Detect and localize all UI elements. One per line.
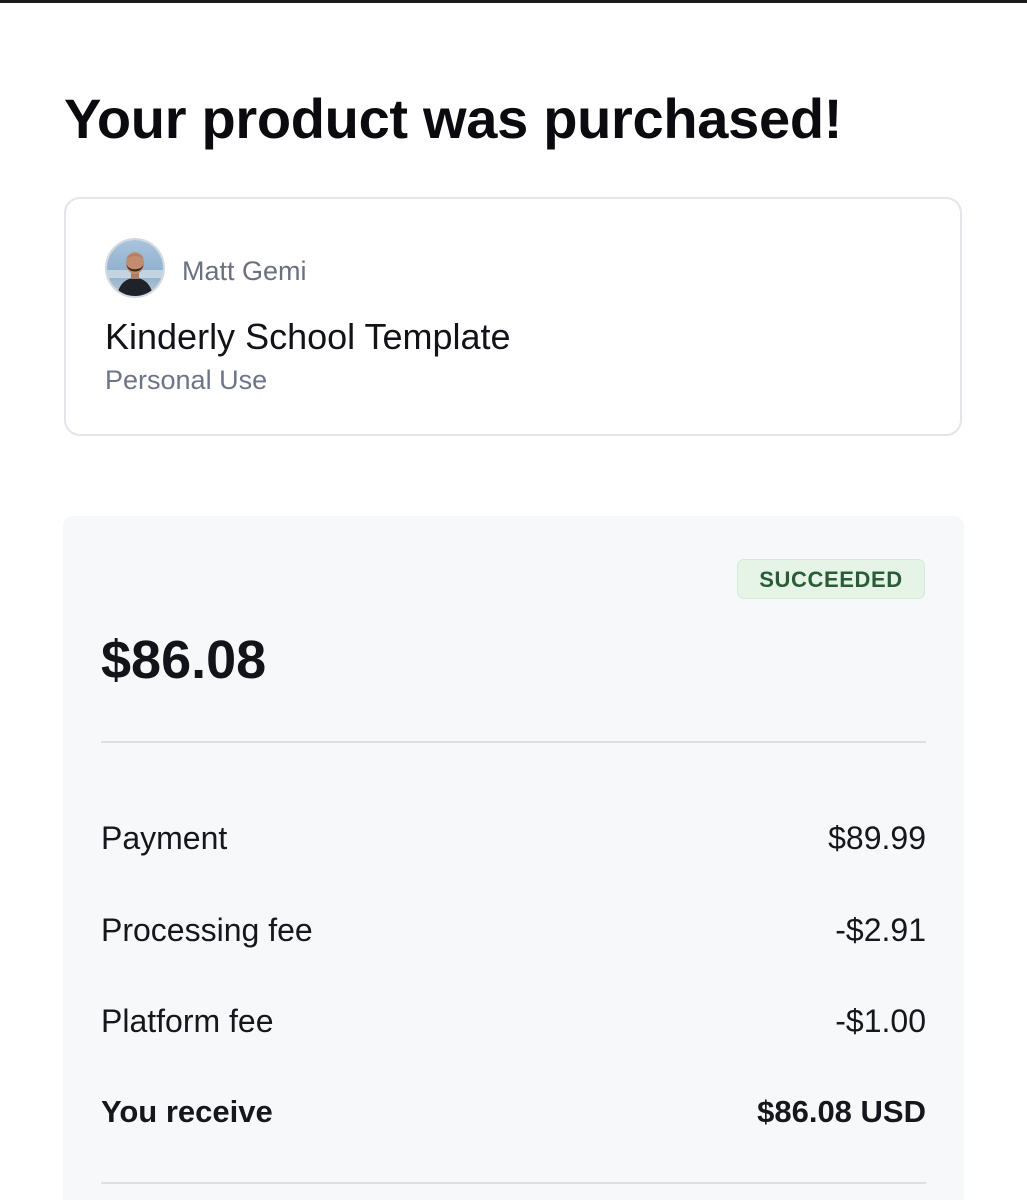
top-divider [0, 0, 1027, 3]
summary-divider-bottom [101, 1182, 926, 1184]
payment-summary-panel: SUCCEEDED $86.08 Payment $89.99 Processi… [63, 516, 964, 1200]
net-amount: $86.08 [101, 630, 267, 690]
processing-fee-row: Processing fee -$2.91 [101, 910, 926, 950]
purchase-notification: Your product was purchased! Matt Gemi Ki… [0, 0, 1027, 1200]
product-name: Kinderly School Template [105, 316, 511, 357]
summary-divider-top [101, 741, 926, 743]
total-label: You receive [101, 1094, 273, 1129]
total-row: You receive $86.08 USD [101, 1092, 926, 1132]
payment-value: $89.99 [828, 819, 926, 856]
seller-avatar-icon [105, 238, 165, 298]
platform-fee-label: Platform fee [101, 1002, 274, 1039]
total-value: $86.08 USD [757, 1094, 926, 1129]
page-title: Your product was purchased! [64, 87, 843, 150]
platform-fee-row: Platform fee -$1.00 [101, 1001, 926, 1041]
payment-label: Payment [101, 819, 228, 856]
user-avatar-photo-icon [107, 240, 163, 296]
payment-row: Payment $89.99 [101, 818, 926, 858]
product-card[interactable]: Matt Gemi Kinderly School Template Perso… [64, 197, 962, 436]
platform-fee-value: -$1.00 [835, 1002, 926, 1039]
status-badge: SUCCEEDED [737, 559, 925, 599]
processing-fee-value: -$2.91 [835, 911, 926, 948]
license-type: Personal Use [105, 365, 268, 395]
processing-fee-label: Processing fee [101, 911, 313, 948]
seller-name: Matt Gemi [182, 256, 307, 286]
